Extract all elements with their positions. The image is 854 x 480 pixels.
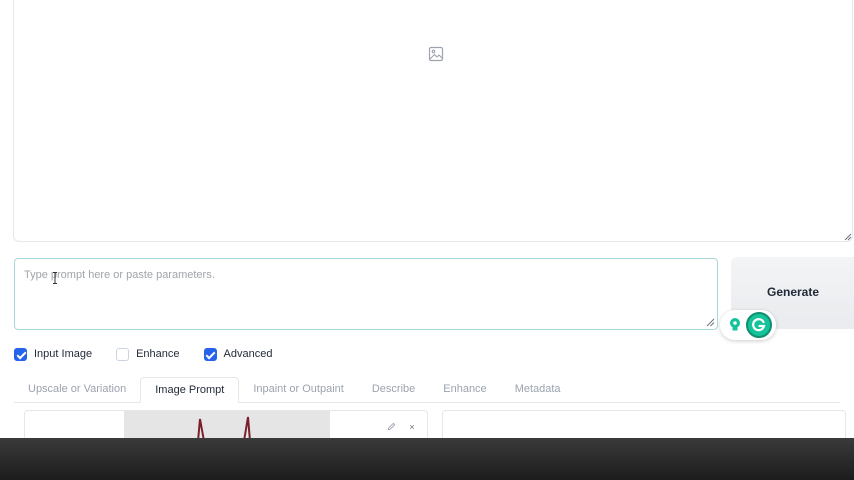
tab-metadata[interactable]: Metadata xyxy=(501,377,575,402)
close-icon: × xyxy=(409,422,415,432)
resize-handle-icon[interactable] xyxy=(844,233,852,241)
prompt-box xyxy=(14,258,718,330)
close-image-button[interactable]: × xyxy=(404,419,420,435)
tab-describe[interactable]: Describe xyxy=(358,377,429,402)
app-window: Generate Input Image Enhance Advanced xyxy=(0,0,854,480)
enhance-option[interactable]: Enhance xyxy=(116,347,180,361)
player-control-bar xyxy=(0,438,854,480)
text-cursor-icon xyxy=(53,272,57,284)
input-tabs: Upscale or Variation Image Prompt Inpain… xyxy=(14,377,840,403)
tab-enhance[interactable]: Enhance xyxy=(429,377,500,402)
enhance-label: Enhance xyxy=(136,348,180,360)
advanced-option[interactable]: Advanced xyxy=(203,347,273,361)
input-image-label: Input Image xyxy=(34,348,93,360)
resize-handle-icon[interactable] xyxy=(706,318,715,327)
edit-image-button[interactable] xyxy=(383,419,399,435)
pencil-icon xyxy=(387,422,395,431)
image-icon xyxy=(428,46,444,62)
prompt-input[interactable] xyxy=(15,259,717,329)
options-row: Input Image Enhance Advanced xyxy=(14,346,296,362)
tab-image-prompt[interactable]: Image Prompt xyxy=(140,377,240,403)
input-image-checkbox[interactable] xyxy=(14,347,27,361)
output-gallery[interactable] xyxy=(13,0,853,242)
advanced-checkbox[interactable] xyxy=(203,347,217,361)
advanced-label: Advanced xyxy=(223,348,273,360)
input-image-option[interactable]: Input Image xyxy=(14,347,93,361)
tab-inpaint-or-outpaint[interactable]: Inpaint or Outpaint xyxy=(239,377,358,402)
grammarly-icon[interactable] xyxy=(746,312,772,338)
bulb-icon[interactable] xyxy=(728,317,742,333)
grammarly-widget[interactable] xyxy=(720,310,776,340)
tab-upscale-or-variation[interactable]: Upscale or Variation xyxy=(14,377,140,402)
enhance-checkbox[interactable] xyxy=(116,347,130,361)
